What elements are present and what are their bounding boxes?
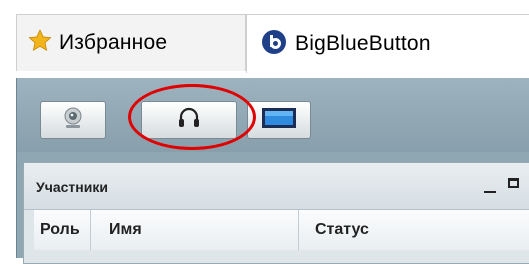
favorites-tab[interactable]: Избранное [16,14,246,71]
headset-icon [176,105,202,136]
column-header-status[interactable]: Статус [299,210,529,250]
desktop-share-icon [261,107,297,134]
desktop-share-button[interactable] [247,101,311,139]
column-header-role[interactable]: Роль [34,210,91,250]
join-audio-button[interactable] [141,101,237,139]
maximize-icon[interactable] [508,178,519,188]
bigbluebutton-tab-label: BigBlueButton [295,32,431,55]
webcam-icon [60,106,86,135]
favorites-tab-label: Избранное [59,31,168,54]
participants-panel-header: Участники [24,163,529,210]
column-header-name[interactable]: Имя [91,210,299,250]
panel-title: Участники [36,179,108,195]
bigbluebutton-app: Участники Роль Имя Статус [16,78,529,264]
star-icon [27,28,53,59]
webcam-button[interactable] [40,101,106,139]
media-toolbar [17,78,529,152]
browser-tab-strip: Избранное BigBlueButton [0,0,529,78]
participants-panel: Участники Роль Имя Статус [23,162,529,264]
bigbluebutton-logo-icon [261,29,287,60]
minimize-icon[interactable] [484,191,496,193]
bigbluebutton-tab[interactable]: BigBlueButton [246,14,529,73]
